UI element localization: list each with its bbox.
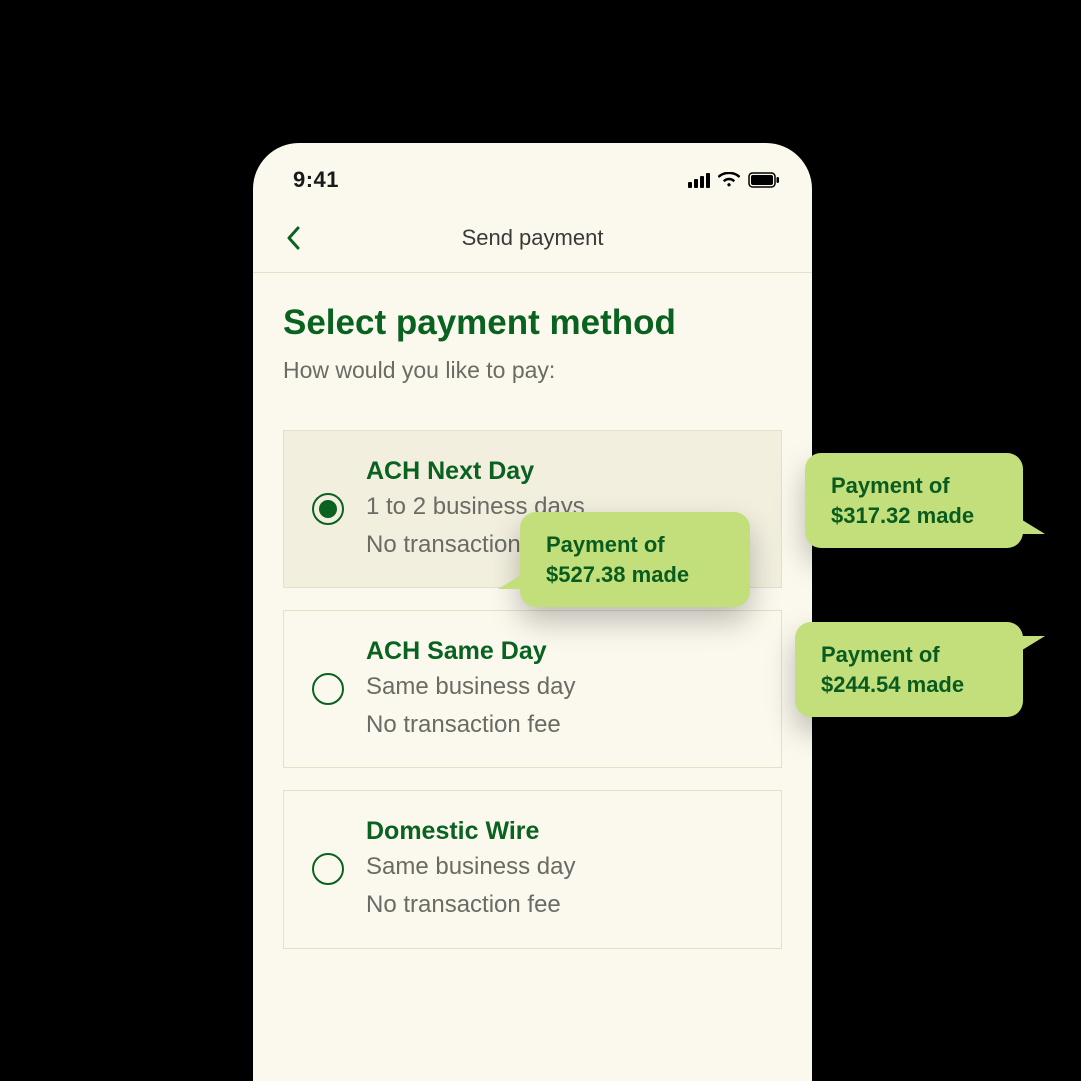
option-text: Domestic Wire Same business day No trans…	[366, 817, 575, 921]
speech-tail-icon	[498, 573, 524, 589]
status-bar: 9:41	[253, 143, 812, 203]
radio-icon	[312, 673, 344, 705]
payment-method-list: ACH Next Day 1 to 2 business days No tra…	[283, 430, 782, 949]
toast-line: Payment of	[821, 640, 997, 670]
option-detail: Same business day	[366, 670, 575, 704]
option-title: ACH Same Day	[366, 637, 575, 666]
toast-payment-made: Payment of $317.32 made	[805, 453, 1023, 548]
cellular-signal-icon	[688, 172, 710, 188]
option-ach-same-day[interactable]: ACH Same Day Same business day No transa…	[283, 610, 782, 768]
option-detail: No transaction fee	[366, 708, 575, 742]
nav-bar: Send payment	[253, 203, 812, 273]
status-time: 9:41	[293, 167, 339, 193]
toast-payment-made: Payment of $527.38 made	[520, 512, 750, 607]
option-detail: Same business day	[366, 850, 575, 884]
wifi-icon	[718, 172, 740, 188]
toast-line: $317.32 made	[831, 501, 997, 531]
option-title: ACH Next Day	[366, 457, 585, 486]
status-icons	[688, 172, 780, 188]
toast-line: Payment of	[831, 471, 997, 501]
option-title: Domestic Wire	[366, 817, 575, 846]
radio-icon	[312, 853, 344, 885]
toast-payment-made: Payment of $244.54 made	[795, 622, 1023, 717]
main-content: Select payment method How would you like…	[253, 273, 812, 949]
radio-icon	[312, 493, 344, 525]
battery-icon	[748, 172, 780, 188]
option-domestic-wire[interactable]: Domestic Wire Same business day No trans…	[283, 790, 782, 948]
toast-line: $244.54 made	[821, 670, 997, 700]
phone-screen: 9:41 Send payment Select p	[253, 143, 812, 1081]
speech-tail-icon	[1019, 518, 1045, 534]
option-detail: No transaction fee	[366, 888, 575, 922]
speech-tail-icon	[1019, 636, 1045, 652]
option-text: ACH Same Day Same business day No transa…	[366, 637, 575, 741]
toast-line: $527.38 made	[546, 560, 724, 590]
chevron-left-icon	[286, 226, 300, 250]
page-title: Select payment method	[283, 303, 782, 343]
toast-line: Payment of	[546, 530, 724, 560]
nav-title: Send payment	[462, 225, 604, 251]
back-button[interactable]	[279, 224, 307, 252]
page-subtitle: How would you like to pay:	[283, 357, 782, 384]
